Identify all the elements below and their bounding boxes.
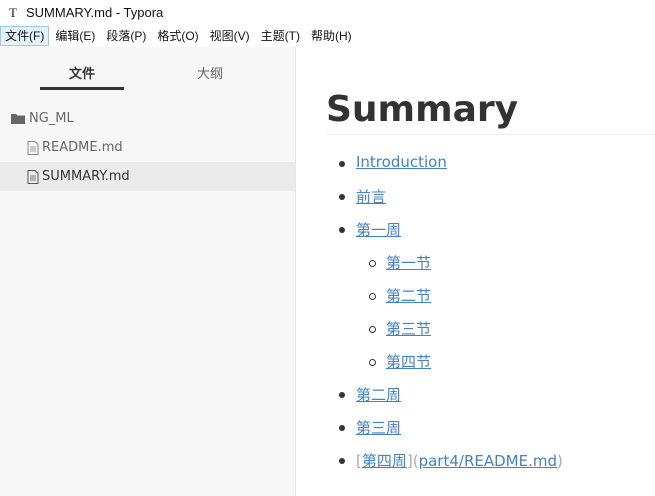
menu-view[interactable]: 视图(V) bbox=[205, 26, 255, 46]
list-item[interactable]: 第四节 bbox=[386, 351, 431, 372]
tree-file-label: README.md bbox=[42, 140, 123, 155]
menu-format[interactable]: 格式(O) bbox=[152, 26, 203, 46]
bullet-disc bbox=[339, 227, 345, 233]
menu-file[interactable]: 文件(F) bbox=[0, 26, 50, 46]
list-link[interactable]: 前言 bbox=[356, 188, 386, 206]
bullet-disc bbox=[339, 458, 345, 464]
menu-theme[interactable]: 主题(T) bbox=[256, 26, 305, 46]
list-item[interactable]: 第一节 bbox=[386, 252, 431, 273]
bullet-disc bbox=[339, 425, 345, 431]
bullet-circle bbox=[369, 260, 376, 267]
menu-help[interactable]: 帮助(H) bbox=[306, 26, 357, 46]
tree-folder-ng-ml[interactable]: NG_ML bbox=[0, 104, 295, 133]
list-link[interactable]: 第一节 bbox=[386, 254, 431, 272]
list-item[interactable]: 第三节 bbox=[386, 318, 431, 339]
raw-link-text[interactable]: 第四周 bbox=[362, 452, 407, 470]
tree-file-readme[interactable]: README.md bbox=[0, 133, 295, 162]
sidebar: 文件 大纲 NG_ML README.md SUMMARY.md bbox=[0, 47, 296, 496]
tree-file-label: SUMMARY.md bbox=[42, 169, 130, 184]
folder-icon bbox=[11, 114, 25, 124]
list-link[interactable]: 第一周 bbox=[356, 221, 401, 239]
list-link[interactable]: 第二节 bbox=[386, 287, 431, 305]
menu-bar: 文件(F) 编辑(E) 段落(P) 格式(O) 视图(V) 主题(T) 帮助(H… bbox=[0, 25, 655, 47]
list-item[interactable]: Introduction bbox=[356, 153, 447, 171]
list-link[interactable]: 第二周 bbox=[356, 386, 401, 404]
tab-outline[interactable]: 大纲 bbox=[168, 63, 252, 82]
bullet-disc bbox=[339, 161, 345, 167]
heading-rule bbox=[326, 134, 655, 135]
editor-pane[interactable]: Summary Introduction 前言 第一周 第一节 第二节 第三节 … bbox=[296, 47, 655, 496]
typora-app-icon: T bbox=[9, 4, 17, 20]
file-tree: NG_ML README.md SUMMARY.md bbox=[0, 104, 295, 191]
list-item[interactable]: 第一周 bbox=[356, 219, 401, 240]
bullet-circle bbox=[369, 293, 376, 300]
tree-file-summary[interactable]: SUMMARY.md bbox=[0, 162, 295, 191]
document-heading[interactable]: Summary bbox=[326, 89, 518, 130]
bullet-circle bbox=[369, 359, 376, 366]
bullet-disc bbox=[339, 392, 345, 398]
window-title: SUMMARY.md - Typora bbox=[26, 5, 164, 20]
list-item[interactable]: 第三周 bbox=[356, 417, 401, 438]
file-icon bbox=[27, 169, 39, 184]
active-tab-indicator bbox=[40, 87, 124, 90]
list-link[interactable]: 第三周 bbox=[356, 419, 401, 437]
md-syntax-paren: ) bbox=[557, 452, 563, 470]
tab-files[interactable]: 文件 bbox=[40, 63, 124, 82]
raw-link-url[interactable]: part4/README.md bbox=[419, 452, 557, 470]
list-link[interactable]: 第三节 bbox=[386, 320, 431, 338]
menu-paragraph[interactable]: 段落(P) bbox=[101, 26, 151, 46]
list-item[interactable]: 第二节 bbox=[386, 285, 431, 306]
list-link[interactable]: Introduction bbox=[356, 153, 447, 171]
list-item[interactable]: 第二周 bbox=[356, 384, 401, 405]
list-item[interactable]: 前言 bbox=[356, 186, 386, 207]
bullet-disc bbox=[339, 194, 345, 200]
bullet-circle bbox=[369, 326, 376, 333]
list-link[interactable]: 第四节 bbox=[386, 353, 431, 371]
file-icon bbox=[27, 140, 39, 155]
menu-edit[interactable]: 编辑(E) bbox=[50, 26, 100, 46]
raw-link-item[interactable]: [第四周](part4/README.md) bbox=[356, 450, 563, 471]
sidebar-tabs: 文件 大纲 bbox=[0, 47, 295, 92]
tree-folder-label: NG_ML bbox=[29, 111, 74, 126]
title-bar: T SUMMARY.md - Typora bbox=[0, 0, 655, 25]
